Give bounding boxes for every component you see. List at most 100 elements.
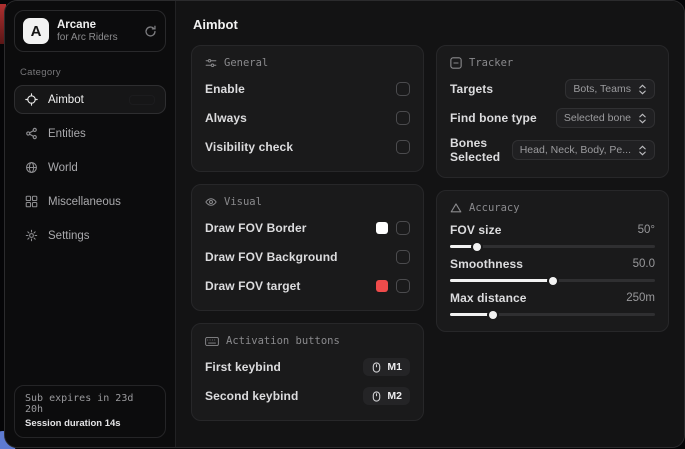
always-checkbox[interactable] (396, 111, 410, 125)
fov-border-checkbox[interactable] (396, 221, 410, 235)
app-logo-card: A Arcane for Arc Riders (14, 10, 166, 52)
setting-row-find-bone-type: Find bone type Selected bone (450, 107, 655, 129)
setting-label: First keybind (205, 360, 281, 374)
fov-target-checkbox[interactable] (396, 279, 410, 293)
setting-label: Second keybind (205, 389, 298, 403)
enable-checkbox[interactable] (396, 82, 410, 96)
setting-row-enable: Enable (205, 78, 410, 100)
targets-dropdown[interactable]: Bots, Teams (565, 79, 655, 99)
eye-icon (205, 196, 217, 208)
setting-label: FOV size (450, 223, 501, 237)
grid-icon (25, 195, 39, 208)
gear-icon (25, 229, 39, 242)
fov-background-checkbox[interactable] (396, 250, 410, 264)
main-content: Aimbot General (176, 1, 684, 447)
slider-value: 250m (626, 292, 655, 304)
arcane-window: A Arcane for Arc Riders Category (4, 0, 685, 448)
sidebar-item-label: Settings (48, 230, 90, 242)
dropdown-value: Head, Neck, Body, Pe... (520, 144, 631, 156)
sidebar-item-miscellaneous[interactable]: Miscellaneous (14, 187, 166, 216)
setting-label: Always (205, 111, 247, 125)
setting-label: Enable (205, 82, 245, 96)
app-title-block: Arcane for Arc Riders (57, 19, 136, 44)
dropdown-value: Selected bone (564, 112, 631, 124)
setting-label: Draw FOV Background (205, 250, 338, 264)
setting-row-fov-border: Draw FOV Border (205, 217, 410, 239)
slider-value: 50° (638, 224, 655, 236)
right-column: Tracker Targets Bots, Teams (436, 45, 669, 332)
globe-icon (25, 161, 39, 174)
section-title: Accuracy (469, 202, 520, 214)
slider-fill[interactable] (450, 313, 493, 316)
triangle-icon (450, 202, 462, 214)
activation-buttons-card: Activation buttons First keybind M1 (191, 323, 424, 421)
unfold-icon (638, 113, 647, 124)
mouse-icon (371, 391, 382, 402)
keybind-value: M1 (387, 361, 402, 373)
fov-size-slider[interactable] (450, 245, 655, 248)
fov-border-color-swatch[interactable] (376, 222, 388, 234)
keybind-value: M2 (387, 390, 402, 402)
setting-label: Smoothness (450, 257, 523, 271)
sidebar-item-settings[interactable]: Settings (14, 221, 166, 250)
setting-row-smoothness: Smoothness 50.0 (450, 257, 655, 282)
entities-icon (25, 127, 39, 140)
setting-label: Max distance (450, 291, 527, 305)
mouse-icon (371, 362, 382, 373)
bones-selected-dropdown[interactable]: Head, Neck, Body, Pe... (512, 140, 655, 160)
setting-label: Bones Selected (450, 136, 512, 164)
slider-fill[interactable] (450, 245, 477, 248)
smoothness-slider[interactable] (450, 279, 655, 282)
visual-card: Visual Draw FOV Border Draw FOV Backgrou… (191, 184, 424, 311)
sidebar-item-entities[interactable]: Entities (14, 119, 166, 148)
refresh-icon[interactable] (144, 25, 157, 38)
desktop: A Arcane for Arc Riders Category (0, 0, 685, 449)
setting-row-visibility-check: Visibility check (205, 136, 410, 158)
left-column: General Enable Always Visibility check (191, 45, 424, 421)
visibility-check-checkbox[interactable] (396, 140, 410, 154)
sub-expires-text: Sub expires in 23d 20h (25, 393, 155, 415)
section-title: Visual (224, 196, 262, 208)
sidebar-item-label: Entities (48, 128, 86, 140)
setting-row-fov-size: FOV size 50° (450, 223, 655, 248)
setting-label: Visibility check (205, 140, 293, 154)
keybind-hint-ghost (129, 95, 155, 105)
crosshair-icon (25, 93, 39, 106)
setting-row-targets: Targets Bots, Teams (450, 78, 655, 100)
category-label: Category (20, 67, 166, 78)
app-subtitle: for Arc Riders (57, 32, 136, 44)
second-keybind-button[interactable]: M2 (363, 387, 410, 405)
setting-row-fov-background: Draw FOV Background (205, 246, 410, 268)
setting-label: Draw FOV target (205, 279, 301, 293)
section-title: Activation buttons (226, 335, 340, 347)
unfold-icon (638, 84, 647, 95)
slider-fill[interactable] (450, 279, 553, 282)
tracker-box-icon (450, 57, 462, 69)
unfold-icon (638, 145, 647, 156)
setting-row-bones-selected: Bones Selected Head, Neck, Body, Pe... (450, 136, 655, 164)
slider-value: 50.0 (633, 258, 655, 270)
setting-label: Find bone type (450, 111, 537, 125)
setting-row-second-keybind: Second keybind M2 (205, 385, 410, 407)
session-duration-text: Session duration 14s (25, 418, 155, 429)
setting-row-first-keybind: First keybind M1 (205, 356, 410, 378)
section-title: Tracker (469, 57, 513, 69)
accuracy-card: Accuracy FOV size 50° (436, 190, 669, 332)
dropdown-value: Bots, Teams (573, 83, 631, 95)
keyboard-icon (205, 336, 219, 347)
sidebar-item-world[interactable]: World (14, 153, 166, 182)
setting-label: Draw FOV Border (205, 221, 307, 235)
sidebar-item-label: Aimbot (48, 94, 84, 106)
subscription-info-card: Sub expires in 23d 20h Session duration … (14, 385, 166, 438)
setting-row-always: Always (205, 107, 410, 129)
sidebar-nav: Aimbot Entities (14, 85, 166, 250)
find-bone-type-dropdown[interactable]: Selected bone (556, 108, 655, 128)
sliders-icon (205, 57, 217, 69)
first-keybind-button[interactable]: M1 (363, 358, 410, 376)
app-logo: A (23, 18, 49, 44)
general-card: General Enable Always Visibility check (191, 45, 424, 172)
sidebar-item-aimbot[interactable]: Aimbot (14, 85, 166, 114)
max-distance-slider[interactable] (450, 313, 655, 316)
setting-row-fov-target: Draw FOV target (205, 275, 410, 297)
fov-target-color-swatch[interactable] (376, 280, 388, 292)
